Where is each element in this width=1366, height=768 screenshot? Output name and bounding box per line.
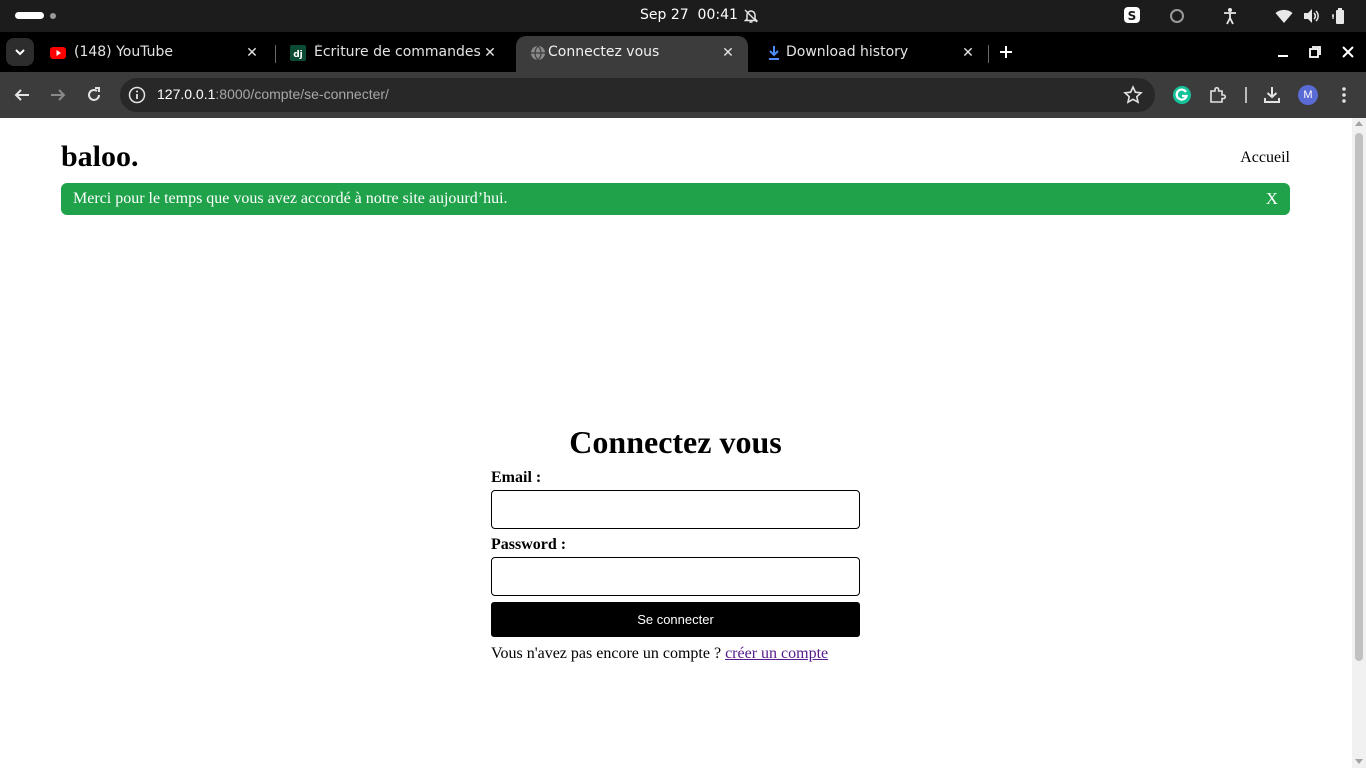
forward-button[interactable] [45,82,71,108]
alert-message: Merci pour le temps que vous avez accord… [73,190,508,207]
close-tab-icon[interactable]: ✕ [480,43,500,63]
page-scrollbar[interactable] [1352,118,1366,768]
svg-text:dj: dj [293,50,303,60]
browser-tab-strip: (148) YouTube ✕ dj Écriture de commandes… [0,32,1366,72]
no-account-text: Vous n'avez pas encore un compte ? [491,645,722,662]
tab-youtube[interactable]: (148) YouTube ✕ [36,36,272,72]
tab-title: (148) YouTube [74,44,174,60]
new-tab-button[interactable] [994,40,1018,64]
success-alert: Merci pour le temps que vous avez accord… [61,183,1290,215]
more-vertical-icon [1342,87,1346,103]
site-info-icon[interactable] [128,86,146,104]
restore-window-button[interactable] [1303,40,1327,64]
svg-text:S: S [1128,9,1137,23]
puzzle-icon [1210,86,1227,103]
nav-link-home[interactable]: Accueil [1240,149,1290,167]
wifi-icon[interactable] [1275,8,1293,28]
reload-icon [88,87,100,101]
minimize-icon [1278,55,1288,57]
address-bar[interactable]: 127.0.0.1:8000/compte/se-connecter/ [120,78,1155,112]
notification-bell-icon[interactable] [743,8,759,28]
download-tray-icon [1264,87,1280,103]
back-button[interactable] [9,82,35,108]
toolbar-divider [1245,87,1247,103]
tab-title: Connectez vous [548,44,660,60]
tab-title: Écriture de commandes d [314,44,482,60]
login-button[interactable]: Se connecter [491,602,860,637]
alert-close-button[interactable]: X [1266,189,1278,209]
page-title: Connectez vous [569,424,782,460]
system-top-bar: Sep 27 00:41 S [0,0,1366,32]
url-path: :8000/compte/se-connecter/ [215,86,389,102]
volume-icon[interactable] [1303,8,1321,28]
password-field[interactable] [491,557,860,596]
browser-menu-button[interactable] [1331,82,1357,108]
restore-icon [1309,46,1321,58]
close-icon [1342,46,1354,58]
close-tab-icon[interactable]: ✕ [718,43,738,63]
signup-prompt: Vous n'avez pas encore un compte ? créer… [491,645,860,663]
download-icon [769,46,779,60]
tab-connectez-vous[interactable]: Connectez vous ✕ [516,36,748,72]
plus-icon [1000,46,1012,58]
workspace-indicator-inactive[interactable] [50,13,56,19]
browser-toolbar: 127.0.0.1:8000/compte/se-connecter/ M [0,72,1366,118]
close-window-button[interactable] [1336,40,1360,64]
accessibility-icon[interactable] [1222,7,1238,29]
tab-separator [988,45,989,63]
create-account-link[interactable]: créer un compte [725,645,828,662]
profile-avatar[interactable]: M [1298,85,1318,105]
downloads-button[interactable] [1259,82,1285,108]
arrow-left-icon [14,89,29,101]
tab-download-history[interactable]: Download history ✕ [752,36,988,72]
scrollbar-thumb[interactable] [1355,133,1363,661]
extensions-button[interactable] [1205,82,1231,108]
reload-button[interactable] [81,82,107,108]
grammarly-icon [1173,86,1191,104]
bookmark-star-icon[interactable] [1123,85,1143,105]
system-clock[interactable]: Sep 27 00:41 [640,7,738,23]
scroll-down-arrow-icon[interactable] [1355,759,1363,764]
youtube-icon [50,47,66,59]
url-host: 127.0.0.1 [157,86,216,102]
email-field[interactable] [491,490,860,529]
close-tab-icon[interactable]: ✕ [958,43,978,63]
minimize-window-button[interactable] [1271,40,1295,64]
login-form: Connectez vous Email : Password : Se con… [491,422,860,663]
password-label: Password : [491,536,567,553]
workspace-indicator-active[interactable] [15,12,44,19]
tab-search-button[interactable] [6,38,34,66]
status-circle-icon[interactable] [1169,8,1185,28]
grammarly-extension-button[interactable] [1169,82,1195,108]
tab-django-docs[interactable]: dj Écriture de commandes d ✕ [276,36,510,72]
scroll-up-arrow-icon[interactable] [1355,121,1363,126]
address-url[interactable]: 127.0.0.1:8000/compte/se-connecter/ [157,86,389,102]
arrow-right-icon [51,89,66,101]
tab-title: Download history [786,44,909,60]
close-tab-icon[interactable]: ✕ [242,43,262,63]
page-viewport: baloo. Accueil Merci pour le temps que v… [0,118,1352,768]
site-logo[interactable]: baloo. [61,140,139,174]
battery-icon[interactable] [1331,7,1349,29]
email-label: Email : [491,469,542,486]
django-icon: dj [290,45,306,61]
skype-tray-icon[interactable]: S [1124,6,1140,28]
globe-icon [531,45,545,61]
chevron-down-icon [15,49,25,56]
